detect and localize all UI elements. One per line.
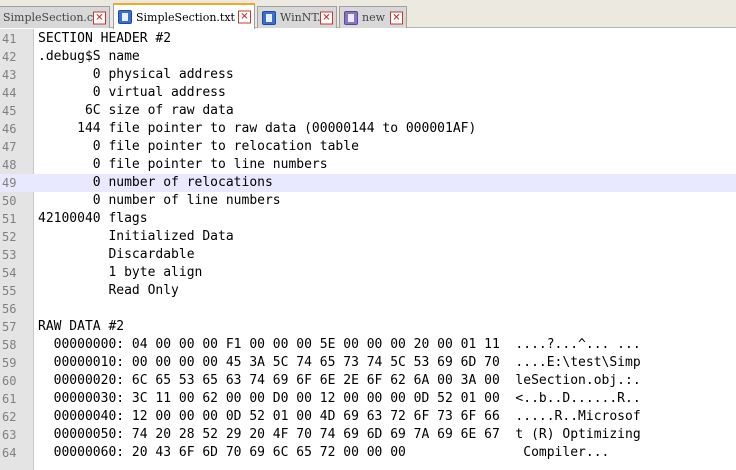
line-number: 63 [2, 428, 17, 442]
line-text: 0 file pointer to relocation table [38, 139, 359, 154]
editor-line[interactable]: 43 0 physical address [0, 66, 736, 84]
line-number: 57 [2, 320, 17, 334]
line-text: 0 virtual address [38, 85, 226, 100]
editor-line[interactable]: 48 0 file pointer to line numbers [0, 156, 736, 174]
line-number: 50 [2, 194, 17, 208]
line-text: 144 file pointer to raw data (00000144 t… [38, 121, 477, 136]
line-text: 00000020: 6C 65 53 65 63 74 69 6F 6E 2E … [38, 373, 641, 388]
line-number: 48 [2, 158, 17, 172]
line-number: 64 [2, 446, 17, 460]
line-number: 41 [2, 32, 17, 46]
line-number: 60 [2, 374, 17, 388]
editor-line[interactable]: 62 00000040: 12 00 00 00 0D 52 01 00 4D … [0, 408, 736, 426]
editor-line[interactable]: 56 [0, 300, 736, 318]
line-number: 49 [2, 176, 17, 190]
editor-line[interactable]: 54 1 byte align [0, 264, 736, 282]
editor-line[interactable]: 53 Discardable [0, 246, 736, 264]
tab-new-1[interactable]: new 1 ✕ [339, 6, 407, 28]
editor-line[interactable]: 63 00000050: 74 20 28 52 29 20 4F 70 74 … [0, 426, 736, 444]
line-text: 0 file pointer to line numbers [38, 157, 328, 172]
editor-line[interactable]: 44 0 virtual address [0, 84, 736, 102]
line-number: 56 [2, 302, 17, 316]
editor-line[interactable]: 55 Read Only [0, 282, 736, 300]
close-icon[interactable]: ✕ [320, 11, 333, 24]
line-text: 0 number of line numbers [38, 193, 281, 208]
editor-line[interactable]: 47 0 file pointer to relocation table [0, 138, 736, 156]
text-editor[interactable]: 41 SECTION HEADER #2 42 .debug$S name 43 0 p… [0, 29, 736, 470]
line-number: 51 [2, 212, 17, 226]
editor-line[interactable]: 58 00000000: 04 00 00 00 F1 00 00 00 5E … [0, 336, 736, 354]
editor-line[interactable]: 45 6C size of raw data [0, 102, 736, 120]
line-text: 6C size of raw data [38, 103, 234, 118]
editor-line[interactable]: 61 00000030: 3C 11 00 62 00 00 D0 00 12 … [0, 390, 736, 408]
line-number: 42 [2, 50, 17, 64]
line-text: .debug$S name [38, 49, 140, 64]
line-number: 45 [2, 104, 17, 118]
line-number: 53 [2, 248, 17, 262]
tab-simplesection-c[interactable]: SimpleSection.c ✕ [0, 6, 110, 28]
line-text: 00000060: 20 43 6F 6D 70 69 6C 65 72 00 … [38, 445, 610, 460]
line-number: 44 [2, 86, 17, 100]
line-number: 54 [2, 266, 17, 280]
line-number: 52 [2, 230, 17, 244]
line-number: 58 [2, 338, 17, 352]
line-text: Discardable [38, 247, 195, 262]
editor-line[interactable]: 50 0 number of line numbers [0, 192, 736, 210]
editor-line[interactable]: 42 .debug$S name [0, 48, 736, 66]
line-number: 62 [2, 410, 17, 424]
line-text: 42100040 flags [38, 211, 148, 226]
editor-line[interactable]: 59 00000010: 00 00 00 00 45 3A 5C 74 65 … [0, 354, 736, 372]
editor-line[interactable]: 57 RAW DATA #2 [0, 318, 736, 336]
line-text: SECTION HEADER #2 [38, 31, 172, 46]
editor-line[interactable]: 51 42100040 flags [0, 210, 736, 228]
line-text: 00000000: 04 00 00 00 F1 00 00 00 5E 00 … [38, 337, 641, 352]
line-text: 0 number of relocations [38, 175, 273, 190]
line-text: 00000040: 12 00 00 00 0D 52 01 00 4D 69 … [38, 409, 641, 424]
editor-line[interactable]: 46 144 file pointer to raw data (0000014… [0, 120, 736, 138]
editor-line[interactable]: 52 Initialized Data [0, 228, 736, 246]
editor-line[interactable]: 64 00000060: 20 43 6F 6D 70 69 6C 65 72 … [0, 444, 736, 462]
file-icon [344, 10, 358, 25]
line-text: 00000030: 3C 11 00 62 00 00 D0 00 12 00 … [38, 391, 641, 406]
file-icon [262, 10, 276, 25]
line-number: 61 [2, 392, 17, 406]
line-number: 43 [2, 68, 17, 82]
tab-winnt-h[interactable]: WinNT.h ✕ [257, 6, 337, 28]
line-text: Read Only [38, 283, 179, 298]
line-number: 46 [2, 122, 17, 136]
tab-bar: SimpleSection.c ✕ SimpleSection.txt ✕ Wi… [0, 0, 736, 29]
close-icon[interactable]: ✕ [238, 10, 251, 24]
tab-label: SimpleSection.txt [136, 10, 235, 24]
line-text: RAW DATA #2 [38, 319, 125, 334]
close-icon[interactable]: ✕ [390, 11, 403, 24]
editor-line[interactable]: 41 SECTION HEADER #2 [0, 30, 736, 48]
line-number: 59 [2, 356, 17, 370]
line-text: 00000010: 00 00 00 00 45 3A 5C 74 65 73 … [38, 355, 641, 370]
line-text: Initialized Data [38, 229, 234, 244]
line-text: 00000050: 74 20 28 52 29 20 4F 70 74 69 … [38, 427, 641, 442]
tab-simplesection-txt[interactable]: SimpleSection.txt ✕ [113, 3, 255, 29]
file-icon [118, 10, 132, 24]
line-text: 1 byte align [38, 265, 203, 280]
tab-label: SimpleSection.c [3, 11, 94, 24]
line-text: 0 physical address [38, 67, 234, 82]
current-line[interactable]: 49 0 number of relocations [0, 174, 736, 192]
close-icon[interactable]: ✕ [93, 11, 106, 24]
line-number: 55 [2, 284, 17, 298]
line-number: 47 [2, 140, 17, 154]
editor-line[interactable]: 60 00000020: 6C 65 53 65 63 74 69 6F 6E … [0, 372, 736, 390]
